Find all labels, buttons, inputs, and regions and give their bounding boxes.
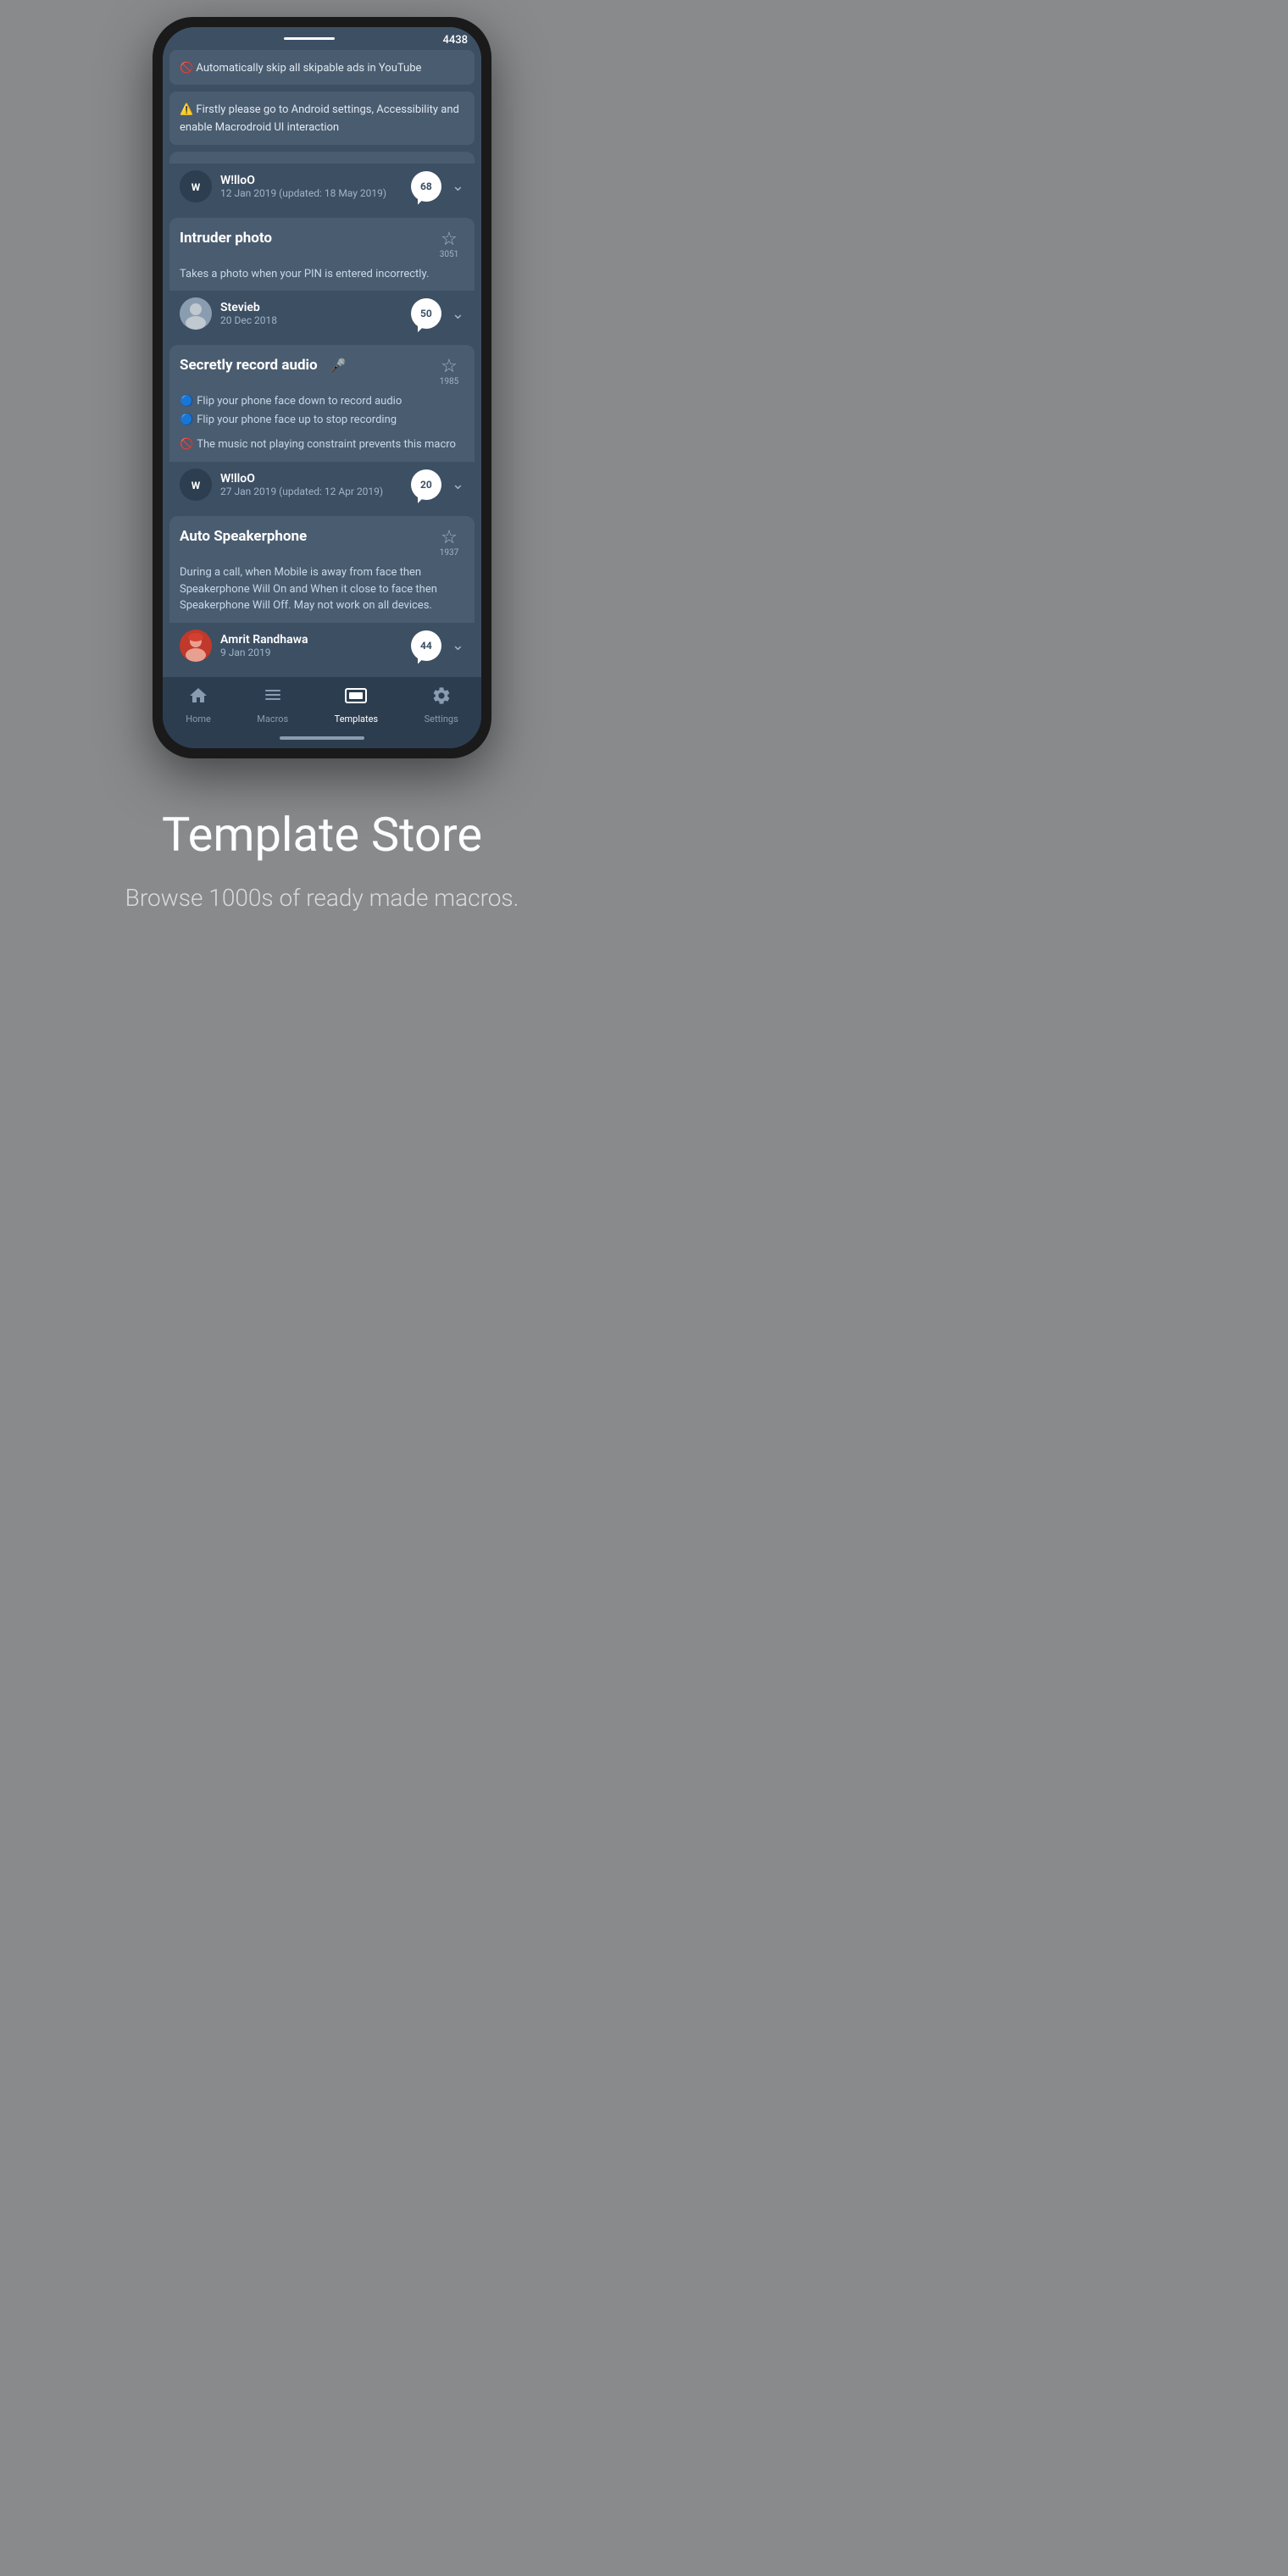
intruder-photo-description: Takes a photo when your PIN is entered i… (180, 266, 464, 283)
wiloo2-author-name: W!lloO (220, 472, 383, 486)
auto-speakerphone-star-button[interactable]: ☆ 1937 (434, 528, 464, 558)
secretly-record-title-row: Secretly record audio 🎤 (180, 357, 347, 374)
star-icon-2: ☆ (441, 357, 458, 377)
svg-text:W: W (192, 181, 201, 193)
intruder-photo-star-button[interactable]: ☆ 3051 (434, 230, 464, 259)
templates-icon (344, 686, 368, 710)
secretly-record-star-count: 1985 (440, 377, 458, 386)
speakerphone-comment-count: 44 (411, 630, 441, 661)
amrit-author-name: Amrit Randhawa (220, 633, 308, 647)
intruder-footer-actions: 50 ⌄ (411, 298, 464, 329)
settings-icon (431, 686, 452, 710)
constraint-line: 🚫 The music not playing constraint preve… (180, 436, 464, 453)
auto-speakerphone-title: Auto Speakerphone (180, 528, 434, 545)
secretly-record-description: 🔵 Flip your phone face down to record au… (180, 393, 464, 453)
auto-speakerphone-star-count: 1937 (440, 548, 458, 558)
stevieb-avatar (180, 297, 212, 330)
skip-ads-text: 🚫 Automatically skip all skipable ads in… (180, 62, 421, 75)
amrit-author-info: Amrit Randhawa 9 Jan 2019 (180, 630, 308, 662)
phone-screen: 4438 🚫 Automatically skip all skipable a… (163, 27, 481, 748)
wiloo2-author-date: 27 Jan 2019 (updated: 12 Apr 2019) (220, 486, 383, 497)
stevieb-author-date: 20 Dec 2018 (220, 314, 277, 326)
home-indicator (163, 731, 481, 748)
accessibility-text: ⚠️ Firstly please go to Android settings… (180, 103, 459, 134)
intruder-photo-footer: Stevieb 20 Dec 2018 50 ⌄ (169, 291, 475, 336)
stevieb-author-name: Stevieb (220, 301, 277, 314)
stevieb-author-details: Stevieb 20 Dec 2018 (220, 301, 277, 326)
wiloo-comment-count: 68 (411, 171, 441, 202)
wiloo-author-info: W W!lloO 12 Jan 2019 (updated: 18 May 20… (180, 170, 386, 203)
desc-line-1: 🔵 Flip your phone face down to record au… (180, 393, 464, 410)
wiloo2-avatar: W (180, 469, 212, 501)
auto-speakerphone-description: During a call, when Mobile is away from … (180, 564, 464, 614)
stevieb-author-info: Stevieb 20 Dec 2018 (180, 297, 277, 330)
svg-text:W: W (192, 480, 201, 491)
wiloo-author-name: W!lloO (220, 174, 386, 187)
intruder-photo-title: Intruder photo (180, 230, 434, 247)
auto-speakerphone-footer: Amrit Randhawa 9 Jan 2019 44 ⌄ (169, 623, 475, 669)
wiloo-author-details: W!lloO 12 Jan 2019 (updated: 18 May 2019… (220, 174, 386, 199)
marketing-section: Template Store Browse 1000s of ready mad… (0, 758, 644, 983)
secretly-record-star-button[interactable]: ☆ 1985 (434, 357, 464, 386)
mic-icon: 🎤 (330, 358, 347, 374)
macros-label: Macros (257, 713, 288, 724)
secretly-expand-button[interactable]: ⌄ (452, 475, 464, 493)
wiloo-card-footer: W W!lloO 12 Jan 2019 (updated: 18 May 20… (169, 164, 475, 209)
intruder-photo-star-count: 3051 (440, 250, 458, 259)
nav-item-templates[interactable]: Templates (335, 686, 378, 724)
screen-content: 🚫 Automatically skip all skipable ads in… (163, 50, 481, 669)
nav-item-macros[interactable]: Macros (257, 686, 288, 724)
intruder-expand-button[interactable]: ⌄ (452, 305, 464, 323)
auto-speakerphone-card: Auto Speakerphone ☆ 1937 During a call, … (169, 516, 475, 669)
speakerphone-footer-actions: 44 ⌄ (411, 630, 464, 661)
wiloo-card: W W!lloO 12 Jan 2019 (updated: 18 May 20… (169, 152, 475, 209)
home-label: Home (186, 713, 211, 724)
scroll-indicator (284, 37, 335, 40)
secretly-record-footer: W W!lloO 27 Jan 2019 (updated: 12 Apr 20… (169, 462, 475, 508)
intruder-comment-button[interactable]: 50 (411, 298, 441, 329)
secretly-comment-count: 20 (411, 469, 441, 500)
wiloo-author-date: 12 Jan 2019 (updated: 18 May 2019) (220, 187, 386, 199)
desc-spacer (180, 430, 464, 436)
home-bar (280, 736, 364, 740)
skip-ads-banner: 🚫 Automatically skip all skipable ads in… (169, 50, 475, 85)
accessibility-banner: ⚠️ Firstly please go to Android settings… (169, 92, 475, 144)
intruder-photo-header: Intruder photo ☆ 3051 (180, 230, 464, 259)
wiloo-footer-actions: 68 ⌄ (411, 171, 464, 202)
marketing-title: Template Store (162, 809, 482, 862)
intruder-comment-count: 50 (411, 298, 441, 329)
amrit-author-details: Amrit Randhawa 9 Jan 2019 (220, 633, 308, 658)
wiloo2-author-details: W!lloO 27 Jan 2019 (updated: 12 Apr 2019… (220, 472, 383, 497)
amrit-author-date: 9 Jan 2019 (220, 647, 308, 658)
wiloo2-author-info: W W!lloO 27 Jan 2019 (updated: 12 Apr 20… (180, 469, 383, 501)
marketing-subtitle: Browse 1000s of ready made macros. (125, 881, 519, 914)
speakerphone-expand-button[interactable]: ⌄ (452, 636, 464, 654)
speakerphone-comment-button[interactable]: 44 (411, 630, 441, 661)
secretly-comment-button[interactable]: 20 (411, 469, 441, 500)
phone-shell: 4438 🚫 Automatically skip all skipable a… (153, 17, 491, 758)
amrit-avatar (180, 630, 212, 662)
nav-item-home[interactable]: Home (186, 686, 211, 724)
desc-line-2: 🔵 Flip your phone face up to stop record… (180, 412, 464, 429)
wiloo-comment-button[interactable]: 68 (411, 171, 441, 202)
bottom-nav: Home Macros (163, 677, 481, 731)
settings-label: Settings (425, 713, 458, 724)
macros-icon (263, 686, 283, 710)
secretly-record-title: Secretly record audio (180, 357, 325, 374)
secretly-record-header: Secretly record audio 🎤 ☆ 1985 (180, 357, 464, 386)
secretly-footer-actions: 20 ⌄ (411, 469, 464, 500)
status-bar: 4438 (163, 27, 481, 50)
secretly-record-card: Secretly record audio 🎤 ☆ 1985 🔵 Flip yo… (169, 345, 475, 508)
status-time: 4438 (442, 34, 468, 47)
star-icon: ☆ (441, 230, 458, 250)
wiloo-expand-button[interactable]: ⌄ (452, 177, 464, 195)
star-icon-3: ☆ (441, 528, 458, 548)
nav-item-settings[interactable]: Settings (425, 686, 458, 724)
home-icon (188, 686, 208, 710)
intruder-photo-card: Intruder photo ☆ 3051 Takes a photo when… (169, 218, 475, 337)
wiloo-avatar: W (180, 170, 212, 203)
templates-label: Templates (335, 713, 378, 724)
auto-speakerphone-header: Auto Speakerphone ☆ 1937 (180, 528, 464, 558)
